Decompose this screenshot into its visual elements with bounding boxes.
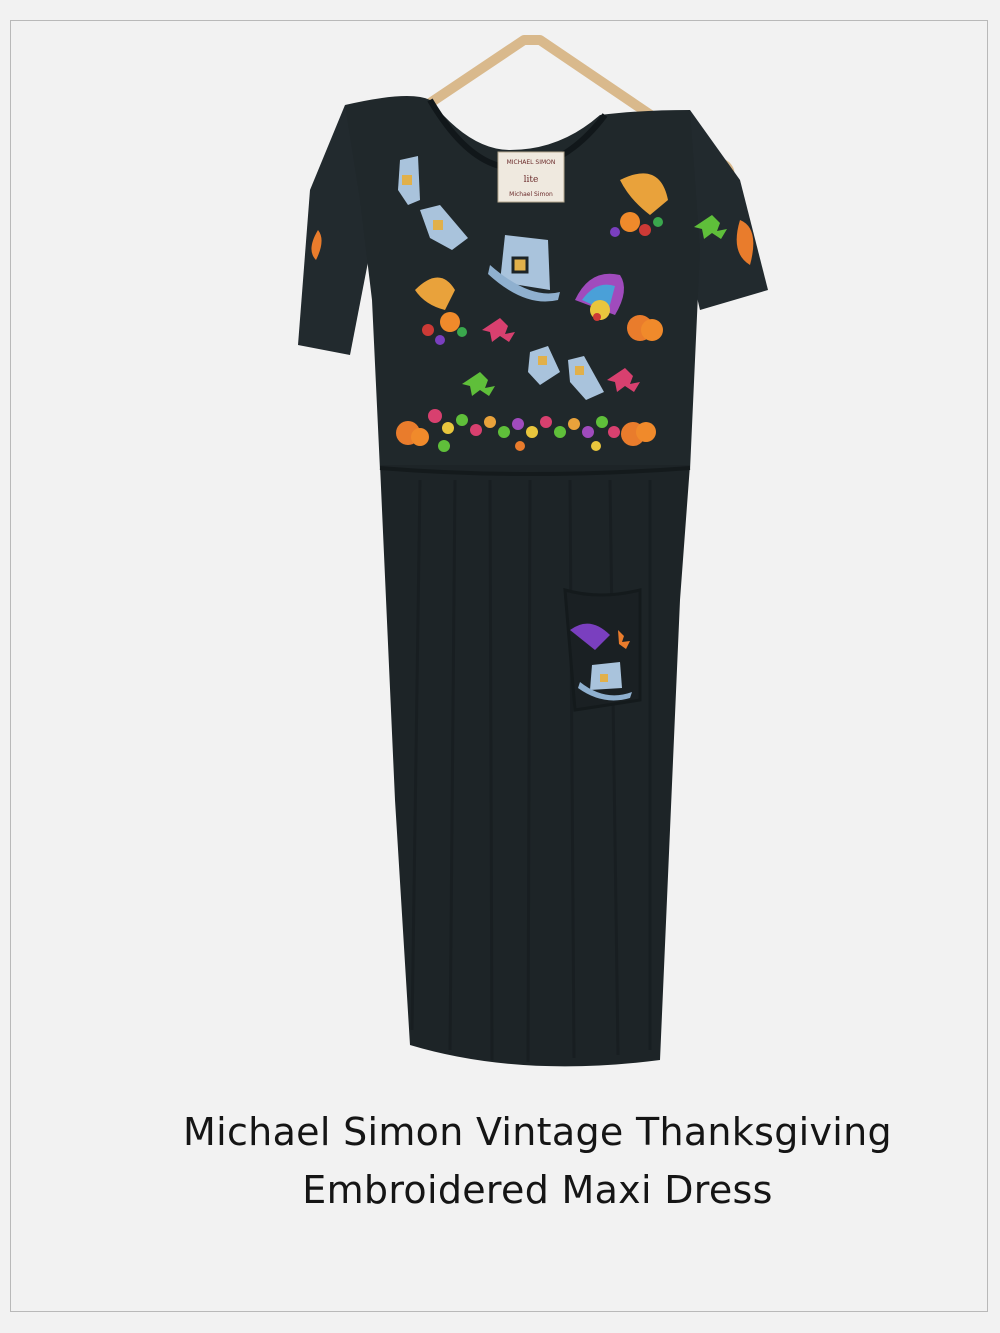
- product-title: Michael Simon Vintage Thanksgiving Embro…: [0, 1103, 1000, 1219]
- product-title-line-2: Embroidered Maxi Dress: [302, 1168, 773, 1212]
- svg-text:MICHAEL SIMON: MICHAEL SIMON: [507, 159, 556, 166]
- svg-text:Michael Simon: Michael Simon: [509, 191, 553, 198]
- clothing-tag: MICHAEL SIMON lite Michael Simon: [497, 151, 565, 203]
- product-title-line-1: Michael Simon Vintage Thanksgiving: [183, 1110, 892, 1154]
- svg-text:lite: lite: [524, 175, 539, 185]
- product-card: MICHAEL SIMON lite Michael Simon Michael…: [0, 0, 1000, 1333]
- dress-photo: MICHAEL SIMON lite Michael Simon: [298, 35, 768, 1067]
